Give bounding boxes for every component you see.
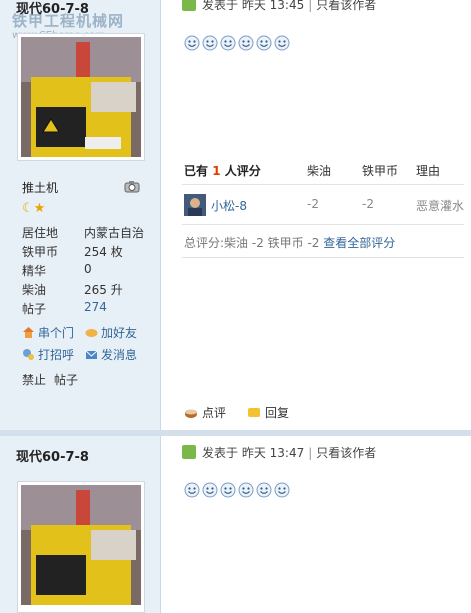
rater-diesel: -2 — [307, 197, 319, 211]
rating-col-coin: 铁甲币 — [362, 164, 399, 178]
post-icon — [182, 0, 196, 11]
reply-button[interactable]: 回复 — [247, 404, 289, 421]
smiley-icon — [220, 482, 236, 498]
post-time: 昨天 13:45 — [241, 0, 305, 12]
excavator-photo — [21, 485, 141, 605]
smiley-icon — [274, 35, 290, 51]
smiley-icon — [220, 35, 236, 51]
rater-avatar[interactable] — [184, 194, 206, 216]
post-time: 昨天 13:47 — [241, 446, 305, 460]
rating-col-reason: 理由 — [416, 164, 441, 178]
rating-title: 已有 1 人评分 — [184, 164, 261, 178]
posts-count-link[interactable]: 274 — [84, 300, 107, 314]
avatar[interactable] — [17, 481, 145, 613]
post-content-emoticons — [184, 35, 292, 51]
divider — [182, 184, 464, 185]
smiley-icon — [238, 482, 254, 498]
ban-link[interactable]: 禁止 — [22, 371, 46, 388]
moon-icon: ☾ — [22, 201, 34, 216]
envelope-icon — [85, 350, 98, 359]
add-friend-button[interactable]: 加好友 — [85, 324, 137, 341]
ban-posts-link[interactable]: 帖子 — [54, 371, 78, 388]
post-content-emoticons — [184, 482, 292, 498]
smiley-icon — [274, 482, 290, 498]
info-residence: 居住地 内蒙古自治 — [22, 226, 145, 240]
info-coins: 铁甲币 254 枚 — [22, 245, 123, 259]
smiley-icon — [202, 482, 218, 498]
smiley-icon — [238, 35, 254, 51]
post-meta: 发表于 昨天 13:47 | 只看该作者 — [182, 444, 376, 461]
rank-stars: ☾★ — [22, 201, 45, 216]
rating-summary: 总评分:柴油 -2 铁甲币 -2 查看全部评分 — [184, 236, 396, 250]
house-icon — [23, 327, 34, 338]
visit-button[interactable]: 串个门 — [22, 324, 74, 341]
author-name[interactable]: 现代60-7-8 — [16, 0, 89, 17]
reply-icon — [248, 408, 260, 417]
post-meta: 发表于 昨天 13:45 | 只看该作者 — [182, 0, 376, 13]
excavator-photo — [21, 37, 141, 157]
info-posts: 帖子 274 — [22, 300, 107, 316]
only-author-link[interactable]: 只看该作者 — [316, 446, 376, 460]
rater-reason: 恶意灌水 — [416, 199, 465, 213]
message-button[interactable]: 发消息 — [85, 346, 137, 363]
smiley-icon — [184, 482, 200, 498]
greet-button[interactable]: 打招呼 — [22, 346, 74, 363]
info-essence: 精华 0 — [22, 262, 92, 278]
author-name[interactable]: 现代60-7-8 — [16, 446, 89, 465]
user-rank: 推土机 — [22, 181, 59, 195]
only-author-link[interactable]: 只看该作者 — [316, 0, 376, 12]
smiley-icon — [184, 35, 200, 51]
divider — [182, 224, 464, 225]
smiley-icon — [256, 35, 272, 51]
wave-icon — [23, 349, 34, 360]
comment-button[interactable]: 点评 — [184, 404, 226, 421]
camera-icon[interactable] — [124, 180, 140, 193]
divider — [182, 257, 464, 258]
post-icon — [182, 445, 196, 459]
info-diesel: 柴油 265 升 — [22, 283, 123, 297]
smiley-icon — [256, 482, 272, 498]
star-icon: ★ — [33, 201, 46, 216]
smiley-icon — [202, 35, 218, 51]
rater-coin: -2 — [362, 197, 374, 211]
comment-icon — [185, 409, 197, 418]
handshake-icon — [85, 329, 98, 337]
rater-name[interactable]: 小松-8 — [211, 197, 247, 214]
rating-col-diesel: 柴油 — [307, 164, 332, 178]
avatar[interactable] — [17, 33, 145, 161]
view-all-ratings-link[interactable]: 查看全部评分 — [323, 236, 395, 250]
